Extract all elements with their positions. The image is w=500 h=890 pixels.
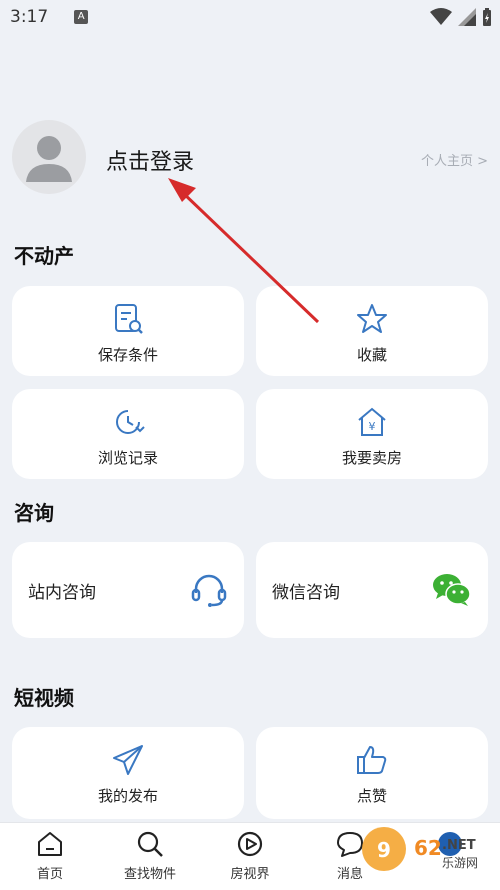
- svg-text:¥: ¥: [369, 420, 376, 433]
- send-plane-icon: [113, 745, 143, 775]
- site-watermark: 9 62 .NET 乐游网: [356, 810, 496, 890]
- svg-text:62: 62: [414, 836, 442, 860]
- svg-text:.NET: .NET: [442, 838, 476, 853]
- section-title-short-video: 短视频: [14, 686, 74, 710]
- wifi-icon: [430, 8, 452, 25]
- saved-conditions-label: 保存条件: [97, 346, 158, 364]
- section-title-consult: 咨询: [14, 501, 54, 525]
- avatar[interactable]: [12, 120, 86, 194]
- app-notification-icon: A: [74, 10, 89, 24]
- personal-home-link[interactable]: 个人主页 >: [421, 150, 488, 169]
- status-icons: [430, 8, 492, 26]
- history-clock-icon: [116, 410, 145, 434]
- likes-card[interactable]: 点赞: [256, 727, 488, 819]
- likes-label: 点赞: [356, 787, 387, 805]
- svg-text:乐游网: 乐游网: [442, 856, 478, 870]
- wechat-icon: [433, 574, 471, 606]
- profile-header[interactable]: 点击登录 个人主页 >: [12, 120, 488, 196]
- sell-house-icon: ¥: [358, 407, 386, 436]
- wechat-consult-card[interactable]: 微信咨询: [256, 542, 488, 638]
- browse-history-label: 浏览记录: [97, 449, 158, 467]
- headset-icon: [191, 574, 227, 607]
- onsite-consult-card[interactable]: 站内咨询: [12, 542, 244, 638]
- section-title-real-estate: 不动产: [14, 244, 74, 268]
- tab-search-property[interactable]: 查找物件: [100, 823, 200, 890]
- tab-house-vision-label: 房视界: [230, 867, 270, 882]
- search-icon: [137, 831, 163, 857]
- watermark-logo-icon: 9 62 .NET 乐游网: [362, 827, 478, 871]
- default-avatar-icon: [26, 136, 72, 182]
- sell-house-card[interactable]: ¥ 我要卖房: [256, 389, 488, 479]
- browse-history-card[interactable]: 浏览记录: [12, 389, 244, 479]
- my-posts-label: 我的发布: [97, 787, 158, 805]
- star-icon: [357, 304, 387, 333]
- saved-conditions-card[interactable]: 保存条件: [12, 286, 244, 376]
- tab-search-label: 查找物件: [123, 867, 176, 882]
- favorites-card[interactable]: 收藏: [256, 286, 488, 376]
- tab-house-vision[interactable]: 房视界: [200, 823, 300, 890]
- wechat-consult-label: 微信咨询: [272, 582, 340, 603]
- favorites-label: 收藏: [356, 346, 387, 364]
- status-time: 3:17: [10, 7, 49, 27]
- home-icon: [38, 832, 62, 856]
- battery-icon: [483, 8, 491, 26]
- tab-home[interactable]: 首页: [0, 823, 100, 890]
- tab-home-label: 首页: [36, 867, 63, 882]
- play-icon: [237, 831, 263, 857]
- signal-icon: [458, 8, 476, 26]
- saved-search-icon: [115, 304, 143, 334]
- login-link[interactable]: 点击登录: [106, 144, 194, 176]
- svg-text:9: 9: [377, 838, 391, 862]
- sell-house-label: 我要卖房: [341, 449, 402, 467]
- my-posts-card[interactable]: 我的发布: [12, 727, 244, 819]
- status-bar: 3:17 A: [0, 0, 500, 34]
- onsite-consult-label: 站内咨询: [28, 582, 96, 603]
- thumbs-up-icon: [357, 746, 387, 774]
